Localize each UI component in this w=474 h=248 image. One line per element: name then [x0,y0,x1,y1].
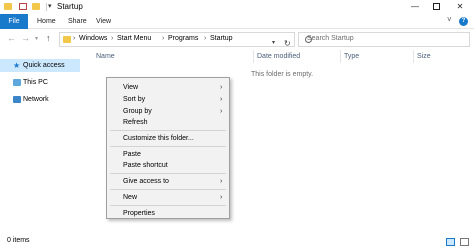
ribbon-tabs: File Home Share View ˅ ? [0,14,474,29]
back-arrow-icon[interactable]: ← [7,33,16,43]
tab-view[interactable]: View [96,14,111,29]
nav-item-this-pc[interactable]: This PC [0,76,80,89]
search-box[interactable]: Search Startup [298,32,470,47]
column-divider[interactable] [253,50,254,63]
customize-toolbar-chevron-icon[interactable]: ▾ [48,2,52,10]
column-divider[interactable] [413,50,414,63]
column-header-name[interactable]: Name [96,53,115,60]
nav-item-quick-access[interactable]: ★ Quick access [0,59,80,72]
network-icon [13,96,21,103]
nav-item-label: Network [23,96,49,103]
nav-item-label: Quick access [23,62,65,69]
menu-item-label: New [123,194,138,201]
new-folder-icon[interactable] [32,3,40,10]
status-bar: 0 items [0,236,474,248]
menu-item-sort-by[interactable]: Sort by › [107,94,229,105]
large-icons-view-icon[interactable] [460,238,469,246]
column-header-type[interactable]: Type [344,53,359,60]
breadcrumb-windows[interactable]: Windows [79,35,107,42]
breadcrumb-separator: › [73,35,76,42]
tab-file[interactable]: File [0,14,28,29]
submenu-chevron-icon: › [220,96,223,103]
maximize-icon [433,3,440,10]
menu-item-label: Give access to [123,178,169,185]
submenu-chevron-icon: › [220,108,223,115]
menu-item-group-by[interactable]: Group by › [107,106,229,117]
context-menu: View › Sort by › Group by › Refresh Cust… [106,77,230,219]
menu-item-label: Refresh [123,119,148,126]
address-bar[interactable]: › Windows › Start Menu › Programs › Star… [59,32,295,48]
title-bar: ▾ Startup — ✕ [0,0,474,14]
menu-item-view[interactable]: View › [107,82,229,93]
empty-folder-message: This folder is empty. [251,71,314,78]
item-count: 0 items [7,237,30,244]
menu-item-refresh[interactable]: Refresh [107,117,229,128]
computer-icon [13,79,21,86]
column-header-size[interactable]: Size [417,53,431,60]
menu-item-new[interactable]: New › [107,192,229,203]
breadcrumb-separator[interactable]: › [162,35,164,42]
address-row: ← → ▾ ↑ › Windows › Start Menu › Program… [0,29,474,49]
menu-item-customize-folder[interactable]: Customize this folder... [107,133,229,144]
up-arrow-icon[interactable]: ↑ [46,33,51,43]
menu-divider [110,173,226,174]
star-icon: ★ [13,61,21,70]
help-icon[interactable]: ? [459,17,468,26]
quick-access-divider [46,3,47,11]
menu-item-label: View [123,84,139,91]
search-input[interactable]: Search Startup [307,35,354,42]
properties-icon[interactable] [19,3,27,10]
tab-home[interactable]: Home [37,14,56,29]
menu-item-label: Paste shortcut [123,162,168,169]
folder-icon [4,3,12,10]
close-button[interactable]: ✕ [449,0,471,14]
window-title: Startup [57,2,83,11]
submenu-chevron-icon: › [220,194,223,201]
breadcrumb-start-menu[interactable]: Start Menu [117,35,151,42]
menu-item-label: Group by [123,108,152,115]
breadcrumb-separator[interactable]: › [111,35,113,42]
menu-item-paste[interactable]: Paste [107,149,229,160]
menu-item-label: Customize this folder... [123,135,194,142]
breadcrumb-startup[interactable]: Startup [210,35,233,42]
recent-locations-chevron-icon[interactable]: ▾ [35,35,38,42]
expand-ribbon-chevron-icon[interactable]: ˅ [447,15,452,24]
navigation-pane: ★ Quick access This PC Network [0,55,87,235]
minimize-button[interactable]: — [404,0,426,14]
submenu-chevron-icon: › [220,178,223,185]
tab-share[interactable]: Share [68,14,87,29]
folder-icon [63,36,71,43]
maximize-button[interactable] [426,0,448,14]
details-view-icon[interactable] [446,238,455,246]
submenu-chevron-icon: › [220,84,223,91]
menu-divider [110,189,226,190]
menu-divider [110,130,226,131]
menu-item-label: Sort by [123,96,146,103]
nav-item-network[interactable]: Network [0,93,80,106]
menu-item-give-access-to[interactable]: Give access to › [107,176,229,187]
column-header-date-modified[interactable]: Date modified [257,53,300,60]
nav-item-label: This PC [23,79,48,86]
menu-item-label: Paste [123,151,141,158]
breadcrumb-programs[interactable]: Programs [168,35,198,42]
forward-arrow-icon[interactable]: → [21,33,30,43]
menu-item-paste-shortcut[interactable]: Paste shortcut [107,160,229,171]
refresh-icon[interactable]: ↻ [284,39,291,48]
menu-item-properties[interactable]: Properties [107,208,229,219]
address-history-chevron-icon[interactable]: ▾ [272,39,275,46]
menu-divider [110,146,226,147]
column-divider[interactable] [340,50,341,63]
menu-divider [110,205,226,206]
breadcrumb-separator[interactable]: › [204,35,206,42]
menu-item-label: Properties [123,210,155,217]
